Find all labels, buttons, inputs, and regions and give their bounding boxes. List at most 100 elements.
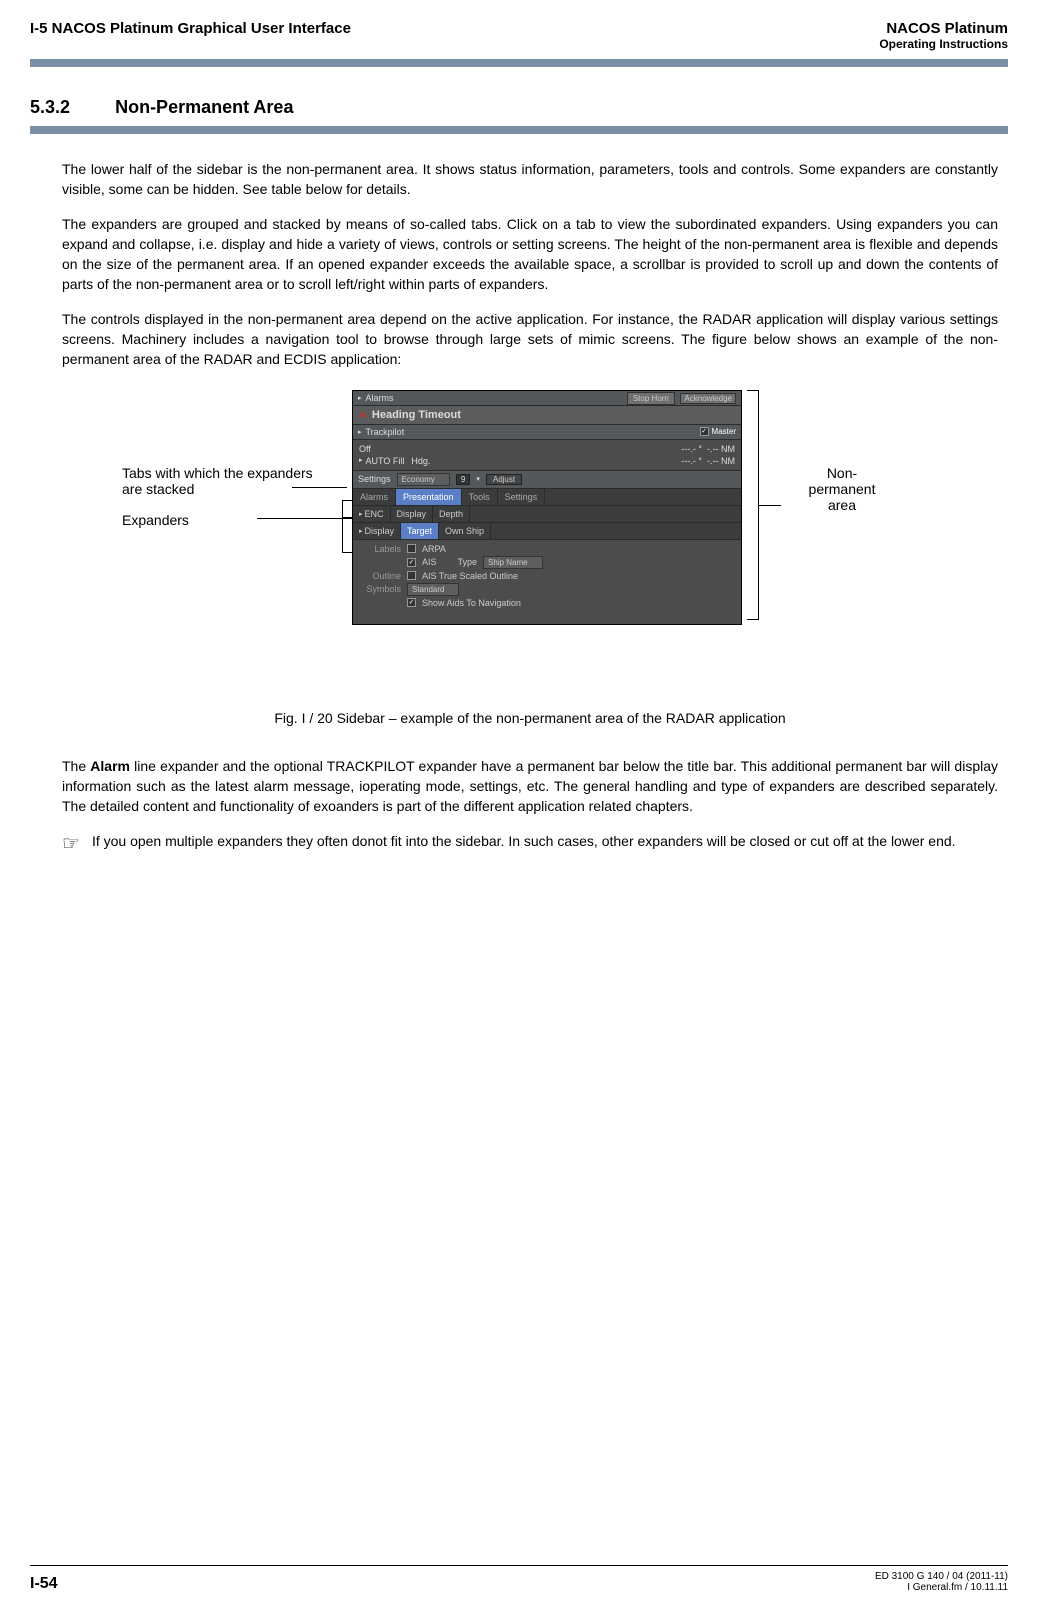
autofill-label: AUTO Fill (366, 456, 405, 466)
hdg-label: Hdg. (411, 456, 430, 466)
adjust-button[interactable]: Adjust (486, 474, 522, 485)
settings-label: Settings (358, 474, 391, 484)
shipname-dropdown[interactable]: Ship Name (483, 556, 543, 569)
header-right-title: NACOS Platinum (879, 20, 1008, 37)
pointing-hand-icon: ☞ (62, 831, 80, 856)
bracket-nonperm (747, 390, 759, 620)
acknowledge-button[interactable]: Acknowledge (680, 393, 736, 404)
annotation-line-3 (759, 505, 781, 506)
caret-icon: ▸ (358, 394, 362, 402)
bracket-tabs (342, 500, 352, 518)
nonperm-l2: permanent (782, 481, 902, 497)
header-right: NACOS Platinum Operating Instructions (879, 20, 1008, 51)
check-icon (700, 427, 709, 436)
note-block: ☞ If you open multiple expanders they of… (62, 831, 998, 856)
fig-heading-row: ▲ Heading Timeout (353, 406, 741, 425)
expander-ownship[interactable]: Own Ship (439, 523, 491, 539)
warning-icon: ▲ (358, 409, 368, 420)
ais-checkbox[interactable] (407, 558, 416, 567)
annotation-expanders: Expanders (122, 512, 189, 528)
expander-display-label: Display (397, 509, 427, 519)
p4-rest: line expander and the optional TRACKPILO… (62, 758, 998, 815)
spin-caret-icon[interactable]: ▾ (476, 475, 480, 483)
alarm-label: Alarms (366, 393, 394, 403)
truescaled-checkbox[interactable] (407, 571, 416, 580)
expander-target[interactable]: Target (401, 523, 439, 539)
nm1: -.-- NM (707, 444, 735, 454)
section-heading: 5.3.2 Non-Permanent Area (30, 97, 1008, 118)
expander-depth[interactable]: Depth (433, 506, 470, 522)
fig-expanders-row2: ▸Display Target Own Ship (353, 523, 741, 540)
labels-label: Labels (359, 544, 401, 554)
expander-ownship-label: Own Ship (445, 526, 484, 536)
trackpilot-label: Trackpilot (366, 427, 405, 437)
caret-icon: ▸ (359, 510, 363, 518)
footer-doc: ED 3100 G 140 / 04 (2011-11) (875, 1571, 1008, 1582)
section-number: 5.3.2 (30, 97, 70, 117)
tab-settings[interactable]: Settings (498, 489, 546, 505)
caret-icon: ▸ (358, 428, 362, 436)
annotation-tabs: Tabs with which the expanders are stacke… (122, 465, 322, 497)
annotation-line-2 (257, 518, 342, 519)
deg1: ° (698, 444, 702, 454)
tab-alarms[interactable]: Alarms (353, 489, 396, 505)
ais-label: AIS (422, 557, 437, 567)
expander-target-label: Target (407, 526, 432, 536)
showaids-label: Show Aids To Navigation (422, 598, 521, 608)
figure-caption: Fig. I / 20 Sidebar – example of the non… (62, 710, 998, 726)
fig-body: Labels ARPA AIS Type Ship Name Outline (353, 540, 741, 624)
paragraph-3: The controls displayed in the non-perman… (62, 309, 998, 370)
master-checkbox[interactable]: Master (700, 427, 736, 437)
footer-divider (30, 1565, 1008, 1566)
p4-prefix: The (62, 758, 90, 774)
footer-file: I General.fm / 10.11.11 (875, 1582, 1008, 1593)
caret-icon: ▸ (359, 527, 363, 535)
expander-display2[interactable]: ▸Display (353, 523, 401, 539)
expander-enc[interactable]: ▸ENC (353, 506, 391, 522)
expander-enc-label: ENC (365, 509, 384, 519)
caret-icon: ▸ (359, 456, 363, 466)
annotation-nonperm: Non- permanent area (782, 465, 902, 513)
fig-data-block: Off ▸AUTO Fill Hdg. ---.- ° -.-- NM ---.-… (353, 440, 741, 471)
annotation-line (292, 487, 347, 488)
stop-horn-button[interactable]: Stop Horn (627, 392, 675, 405)
showaids-checkbox[interactable] (407, 598, 416, 607)
tab-tools[interactable]: Tools (462, 489, 498, 505)
outline-label: Outline (359, 571, 401, 581)
fig-alarm-bar: ▸ Alarms Stop Horn Acknowledge (353, 391, 741, 406)
tab-presentation[interactable]: Presentation (396, 489, 462, 505)
standard-dropdown[interactable]: Standard (407, 583, 459, 596)
expander-display2-label: Display (365, 526, 395, 536)
expander-display[interactable]: Display (391, 506, 434, 522)
spin-value[interactable]: 9 (456, 474, 470, 485)
header-left: I-5 NACOS Platinum Graphical User Interf… (30, 20, 351, 51)
fig-tabs-row: Alarms Presentation Tools Settings (353, 489, 741, 506)
nonperm-l1: Non- (782, 465, 902, 481)
paragraph-4: The Alarm line expander and the optional… (62, 756, 998, 817)
p4-bold: Alarm (90, 758, 130, 774)
master-label: Master (712, 427, 736, 436)
paragraph-1: The lower half of the sidebar is the non… (62, 159, 998, 200)
note-text: If you open multiple expanders they ofte… (92, 831, 956, 856)
figure-screenshot: ▸ Alarms Stop Horn Acknowledge ▲ Heading… (352, 390, 742, 625)
nm2: -.-- NM (707, 456, 735, 466)
off-label: Off (359, 444, 371, 454)
heading-timeout-label: Heading Timeout (372, 409, 461, 421)
nonperm-l3: area (782, 497, 902, 513)
expander-depth-label: Depth (439, 509, 463, 519)
header-right-sub: Operating Instructions (879, 37, 1008, 51)
val2: ---.- (681, 456, 696, 466)
arpa-label: ARPA (422, 544, 446, 554)
deg2: ° (698, 456, 702, 466)
section-divider (30, 126, 1008, 134)
page-number: I-54 (30, 1575, 58, 1593)
paragraph-2: The expanders are grouped and stacked by… (62, 214, 998, 295)
bracket-expanders (342, 518, 352, 553)
economy-dropdown[interactable]: Economy (397, 473, 450, 486)
type-label: Type (458, 557, 478, 567)
fig-settings-row: Settings Economy 9 ▾ Adjust (353, 471, 741, 489)
arpa-checkbox[interactable] (407, 544, 416, 553)
header-divider (30, 59, 1008, 67)
figure-area: Tabs with which the expanders are stacke… (62, 390, 998, 650)
val1: ---.- (681, 444, 696, 454)
